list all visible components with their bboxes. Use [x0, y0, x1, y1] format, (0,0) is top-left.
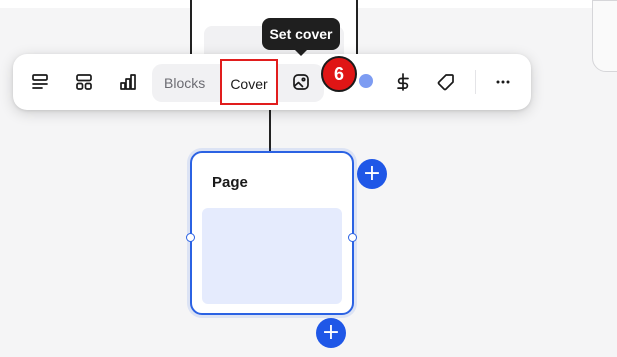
step-badge: 6	[321, 56, 357, 92]
set-cover-tooltip: Set cover	[262, 18, 340, 50]
blocks-tab[interactable]: Blocks	[164, 64, 205, 102]
layout-grid-button[interactable]	[69, 66, 99, 98]
layout-grid-icon	[76, 74, 92, 90]
left-handle[interactable]	[186, 233, 195, 242]
layout-stack-button[interactable]	[25, 66, 55, 98]
add-below-button[interactable]: +	[316, 318, 346, 348]
more-icon	[496, 80, 510, 84]
side-panel-edge	[592, 0, 617, 72]
price-button[interactable]	[388, 66, 418, 98]
cover-tab[interactable]: Cover	[220, 59, 278, 105]
page-cover-preview	[202, 208, 342, 304]
image-cover-icon	[293, 74, 309, 90]
dollar-icon	[397, 73, 409, 91]
more-button[interactable]	[488, 66, 518, 98]
layout-stack-icon	[32, 74, 48, 89]
tag-button[interactable]	[431, 66, 461, 98]
page-title: Page	[212, 174, 248, 191]
connector-line	[269, 108, 271, 153]
add-right-button[interactable]: +	[357, 159, 387, 189]
toolbar-divider	[475, 70, 476, 94]
block-toolbar: Blocks Cover	[13, 54, 531, 110]
set-cover-button[interactable]	[288, 68, 314, 96]
tooltip-arrow	[294, 49, 308, 56]
tag-icon	[437, 74, 454, 91]
bar-chart-icon	[120, 74, 136, 90]
page-card[interactable]: Page	[190, 151, 354, 315]
chart-button[interactable]	[113, 66, 143, 98]
right-handle[interactable]	[348, 233, 357, 242]
color-swatch-icon[interactable]	[359, 74, 373, 88]
